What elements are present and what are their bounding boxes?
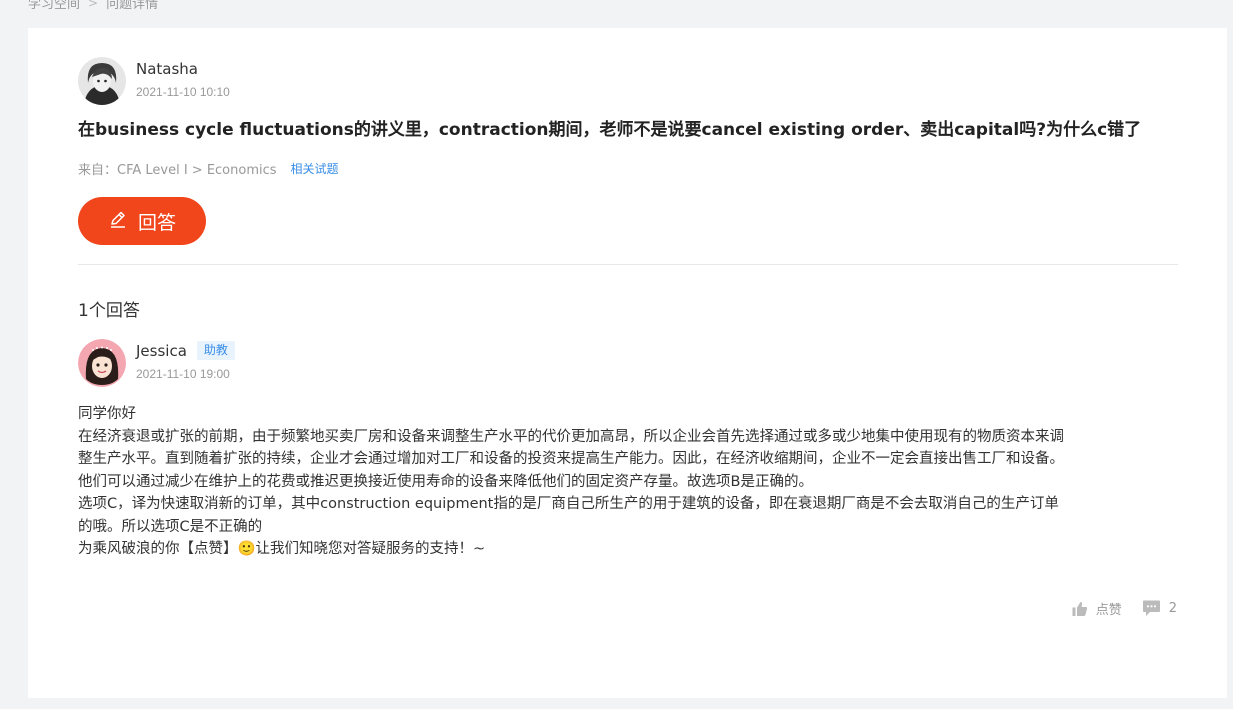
answer-author: Jessica 助教 2021-11-10 19:00: [78, 339, 235, 387]
post-time: 2021-11-10 10:10: [136, 85, 230, 99]
breadcrumb-item-question-detail: 问题详情: [106, 0, 159, 12]
answer-paragraph: 在经济衰退或扩张的前期，由于频繁地买卖厂房和设备来调整生产水平的代价更加高昂，所…: [78, 428, 1064, 490]
answer-paragraph: 同学你好: [78, 406, 136, 422]
answer-count: 1个回答: [78, 301, 140, 321]
avatar[interactable]: [78, 339, 126, 387]
avatar[interactable]: [78, 57, 126, 105]
pencil-icon: [108, 209, 128, 234]
comment-count: 2: [1168, 601, 1177, 616]
answer-button[interactable]: 回答: [78, 197, 206, 245]
author-name[interactable]: Jessica: [136, 341, 187, 361]
answer-content: 同学你好 在经济衰退或扩张的前期，由于频繁地买卖厂房和设备来调整生产水平的代价更…: [78, 403, 1068, 561]
question-title: 在business cycle fluctuations的讲义里，contrac…: [78, 120, 1142, 140]
answer-paragraph: 为乘风破浪的你【点赞】🙂让我们知晓您对答疑服务的支持！~: [78, 541, 486, 557]
answer-time: 2021-11-10 19:00: [136, 367, 230, 381]
divider: [78, 264, 1178, 265]
answer-button-label: 回答: [137, 211, 176, 234]
comment-icon: [1142, 600, 1161, 617]
answer-paragraph: 选项C，译为快速取消新的订单，其中construction equipment指…: [78, 496, 1059, 535]
question-card: Natasha 2021-11-10 10:10 在business cycle…: [28, 28, 1227, 698]
question-source: 来自：CFA Level I > Economics 相关试题: [78, 159, 339, 178]
thumbs-up-icon: [1072, 601, 1088, 617]
answer-actions: 点赞 2: [1072, 599, 1177, 618]
role-badge: 助教: [196, 340, 235, 360]
breadcrumb-item-learning-space[interactable]: 学习空间: [28, 0, 80, 12]
breadcrumb: 学习空间 > 问题详情: [28, 0, 158, 12]
like-button[interactable]: 点赞: [1072, 599, 1122, 618]
source-label: 来自：CFA Level I > Economics: [78, 163, 277, 178]
question-author: Natasha 2021-11-10 10:10: [78, 57, 230, 105]
comment-button[interactable]: 2: [1142, 600, 1177, 617]
related-questions-link[interactable]: 相关试题: [291, 160, 339, 177]
chevron-right-icon: >: [88, 0, 99, 10]
like-label: 点赞: [1095, 603, 1122, 618]
author-name[interactable]: Natasha: [136, 59, 230, 79]
